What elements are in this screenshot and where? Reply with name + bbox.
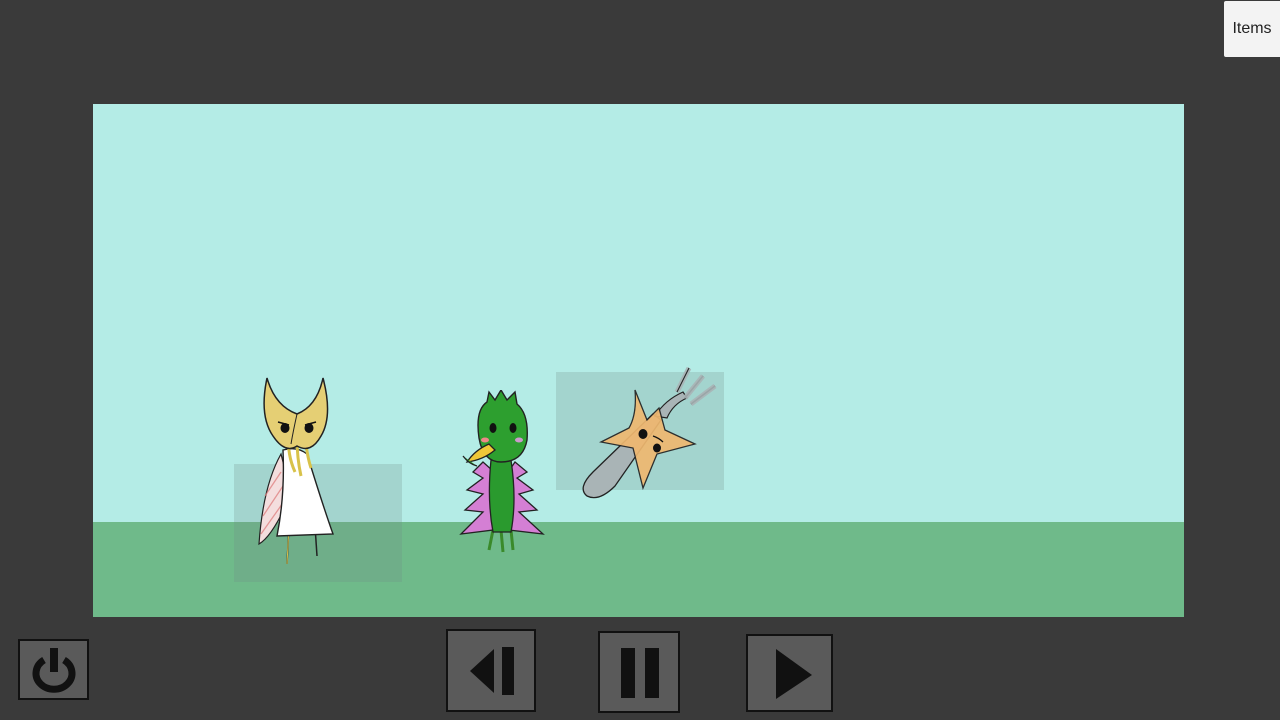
pause-button[interactable] [598, 631, 680, 713]
fork-star-character-sprite [582, 366, 717, 499]
step-back-icon [470, 646, 514, 695]
pause-icon [621, 648, 659, 698]
items-button[interactable]: Items [1224, 1, 1280, 57]
play-icon [775, 649, 812, 699]
step-back-button[interactable] [446, 629, 536, 712]
power-icon [32, 647, 75, 693]
green-leaf-bird-character[interactable] [453, 388, 553, 555]
fork-star-character[interactable] [573, 362, 723, 502]
play-button[interactable] [746, 634, 833, 712]
horned-mask-character-sprite [258, 377, 334, 565]
game-screen: Items [0, 0, 1280, 720]
power-button[interactable] [18, 639, 89, 700]
horned-mask-caped-character[interactable] [251, 376, 341, 571]
battle-stage [93, 104, 1184, 617]
leaf-bird-character-sprite [459, 388, 545, 553]
